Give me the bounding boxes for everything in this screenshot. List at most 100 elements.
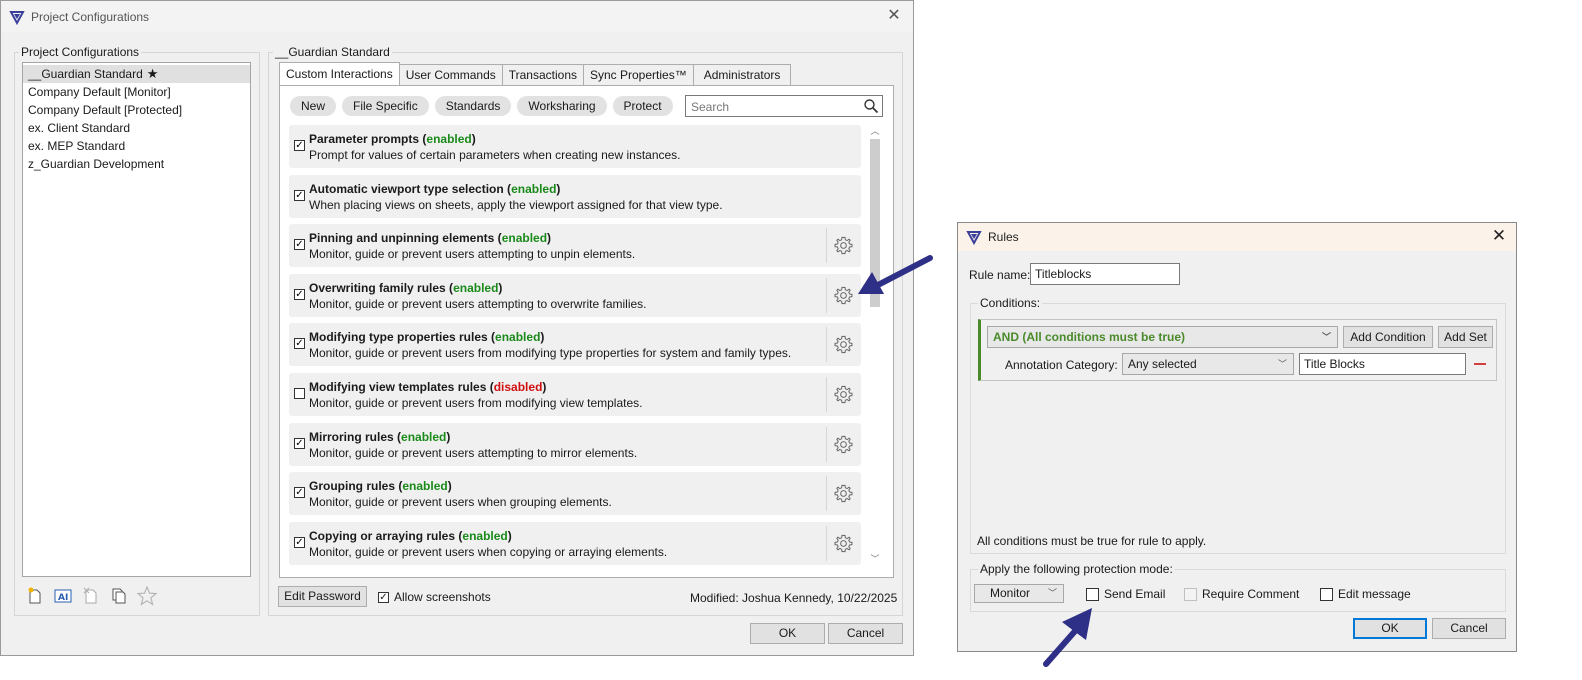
filter-standards[interactable]: Standards: [434, 96, 512, 116]
rule-name-label: Rule name:: [969, 268, 1031, 282]
duplicate-config-icon[interactable]: [109, 585, 129, 607]
conditions-label: Conditions:: [978, 296, 1043, 310]
rule-divider: [826, 278, 827, 313]
config-item[interactable]: ex. MEP Standard: [23, 137, 250, 155]
rule-enabled-checkbox[interactable]: ✓: [294, 190, 305, 201]
rule-title: Grouping rules (enabled): [309, 479, 452, 493]
gear-icon[interactable]: [834, 236, 853, 255]
main-titlebar: Project Configurations ✕: [1, 1, 913, 32]
tab-custom-interactions[interactable]: Custom Interactions: [279, 62, 400, 85]
delete-config-icon[interactable]: [81, 585, 101, 607]
tab-transactions[interactable]: Transactions: [501, 64, 584, 85]
rule-description: Monitor, guide or prevent users when gro…: [309, 495, 612, 509]
rule-row[interactable]: ✓ Pinning and unpinning elements (enabled…: [289, 224, 861, 267]
rule-enabled-checkbox[interactable]: ✓: [294, 140, 305, 151]
rule-enabled-checkbox[interactable]: ✓: [294, 239, 305, 250]
config-item[interactable]: z_Guardian Development: [23, 155, 250, 173]
add-set-button[interactable]: Add Set: [1438, 326, 1493, 348]
rule-row[interactable]: ✓ Overwriting family rules (enabled) Monit…: [289, 274, 861, 317]
add-condition-button[interactable]: Add Condition: [1343, 326, 1433, 348]
rule-row[interactable]: ✓ Modifying type properties rules (enable…: [289, 323, 861, 366]
logic-select-value: AND (All conditions must be true): [993, 330, 1185, 344]
config-item[interactable]: Company Default [Monitor]: [23, 83, 250, 101]
rename-config-icon[interactable]: AI: [53, 585, 73, 607]
rule-row[interactable]: ✓ Grouping rules (enabled) Monitor, guide …: [289, 472, 861, 515]
rule-divider: [826, 377, 827, 412]
gear-icon[interactable]: [834, 385, 853, 404]
svg-text:AI: AI: [58, 593, 68, 603]
filter-protect[interactable]: Protect: [612, 96, 673, 116]
allow-screenshots-checkbox[interactable]: ✓ Allow screenshots: [378, 590, 491, 604]
favorite-star-icon[interactable]: [137, 585, 157, 607]
gear-icon[interactable]: [834, 335, 853, 354]
config-item[interactable]: __Guardian Standard ★: [23, 65, 250, 83]
rules-cancel-button[interactable]: Cancel: [1432, 618, 1506, 639]
require-comment-box[interactable]: [1184, 587, 1197, 601]
rule-enabled-checkbox[interactable]: ✓: [294, 338, 305, 349]
allow-screenshots-box[interactable]: ✓: [378, 591, 389, 603]
rule-enabled-checkbox[interactable]: [294, 388, 305, 399]
rule-row[interactable]: ✓ Automatic viewport type selection (enab…: [289, 175, 861, 218]
remove-condition-icon[interactable]: [1474, 363, 1486, 365]
gear-icon[interactable]: [834, 286, 853, 305]
config-item-label: __Guardian Standard: [28, 67, 143, 81]
config-item[interactable]: ex. Client Standard: [23, 119, 250, 137]
filter-worksharing[interactable]: Worksharing: [517, 96, 607, 116]
logic-select[interactable]: AND (All conditions must be true) ﹀: [987, 326, 1338, 348]
rule-description: When placing views on sheets, apply the …: [309, 198, 723, 212]
close-icon[interactable]: ✕: [1490, 227, 1508, 245]
new-config-icon[interactable]: [25, 585, 45, 607]
edit-message-box[interactable]: [1320, 587, 1333, 601]
tab-administrators[interactable]: Administrators: [692, 64, 792, 85]
rule-name-input[interactable]: Titleblocks: [1030, 263, 1180, 285]
condition-value-input[interactable]: Title Blocks: [1299, 353, 1466, 375]
config-tabs: Custom Interactions User Commands Transa…: [279, 62, 792, 85]
conditions-note: All conditions must be true for rule to …: [977, 534, 1207, 548]
tab-sync-properties[interactable]: Sync Properties™: [583, 64, 694, 85]
rules-dialog: Rules ✕ Rule name: Titleblocks Condition…: [957, 222, 1517, 652]
require-comment-checkbox[interactable]: Require Comment: [1184, 587, 1299, 601]
rule-title-text: Copying or arraying rules: [309, 529, 456, 543]
scroll-down-icon[interactable]: ﹀: [868, 553, 882, 565]
rule-row[interactable]: Modifying view templates rules (disabled…: [289, 373, 861, 416]
mode-select[interactable]: Monitor ﹀: [974, 584, 1064, 603]
rule-enabled-checkbox[interactable]: ✓: [294, 438, 305, 449]
chevron-down-icon: ﹀: [1047, 588, 1057, 598]
filter-new[interactable]: New: [290, 96, 337, 116]
send-email-checkbox[interactable]: Send Email: [1086, 587, 1165, 601]
rule-status: enabled: [453, 281, 499, 295]
rule-enabled-checkbox[interactable]: ✓: [294, 289, 305, 300]
rule-description: Monitor, guide or prevent users attempti…: [309, 247, 636, 261]
config-item-label: ex. MEP Standard: [28, 139, 126, 153]
edit-message-checkbox[interactable]: Edit message: [1320, 587, 1411, 601]
rules-ok-button[interactable]: OK: [1353, 618, 1427, 639]
rule-row[interactable]: ✓ Copying or arraying rules (enabled) Moni…: [289, 522, 861, 565]
send-email-box[interactable]: [1086, 587, 1099, 601]
ok-button[interactable]: OK: [750, 623, 825, 644]
close-icon[interactable]: ✕: [885, 7, 903, 25]
rule-title: Modifying view templates rules (disabled…: [309, 380, 547, 394]
config-item[interactable]: Company Default [Protected]: [23, 101, 250, 119]
rule-enabled-checkbox[interactable]: ✓: [294, 487, 305, 498]
edit-password-button[interactable]: Edit Password: [278, 586, 367, 607]
cancel-button[interactable]: Cancel: [828, 623, 903, 644]
rules-scrollbar[interactable]: ︿ ﹀: [868, 125, 882, 565]
configurations-list[interactable]: __Guardian Standard ★ Company Default [Mo…: [22, 62, 251, 577]
search-input[interactable]: Search: [685, 95, 883, 117]
scroll-up-icon[interactable]: ︿: [868, 125, 882, 137]
rule-status: enabled: [401, 430, 447, 444]
rule-row[interactable]: ✓ Mirroring rules (enabled) Monitor, guide…: [289, 423, 861, 466]
rule-divider: [826, 427, 827, 462]
tab-user-commands[interactable]: User Commands: [398, 64, 503, 85]
search-icon[interactable]: [863, 98, 879, 114]
rule-title-text: Parameter prompts: [309, 132, 420, 146]
condition-operator-select[interactable]: Any selected ﹀: [1122, 353, 1294, 375]
rule-enabled-checkbox[interactable]: ✓: [294, 537, 305, 548]
rule-title-text: Grouping rules: [309, 479, 396, 493]
config-item-label: z_Guardian Development: [28, 157, 165, 171]
gear-icon[interactable]: [834, 435, 853, 454]
gear-icon[interactable]: [834, 484, 853, 503]
gear-icon[interactable]: [834, 534, 853, 553]
rule-row[interactable]: ✓ Parameter prompts (enabled) Prompt for v…: [289, 125, 861, 168]
filter-file-specific[interactable]: File Specific: [342, 96, 429, 116]
